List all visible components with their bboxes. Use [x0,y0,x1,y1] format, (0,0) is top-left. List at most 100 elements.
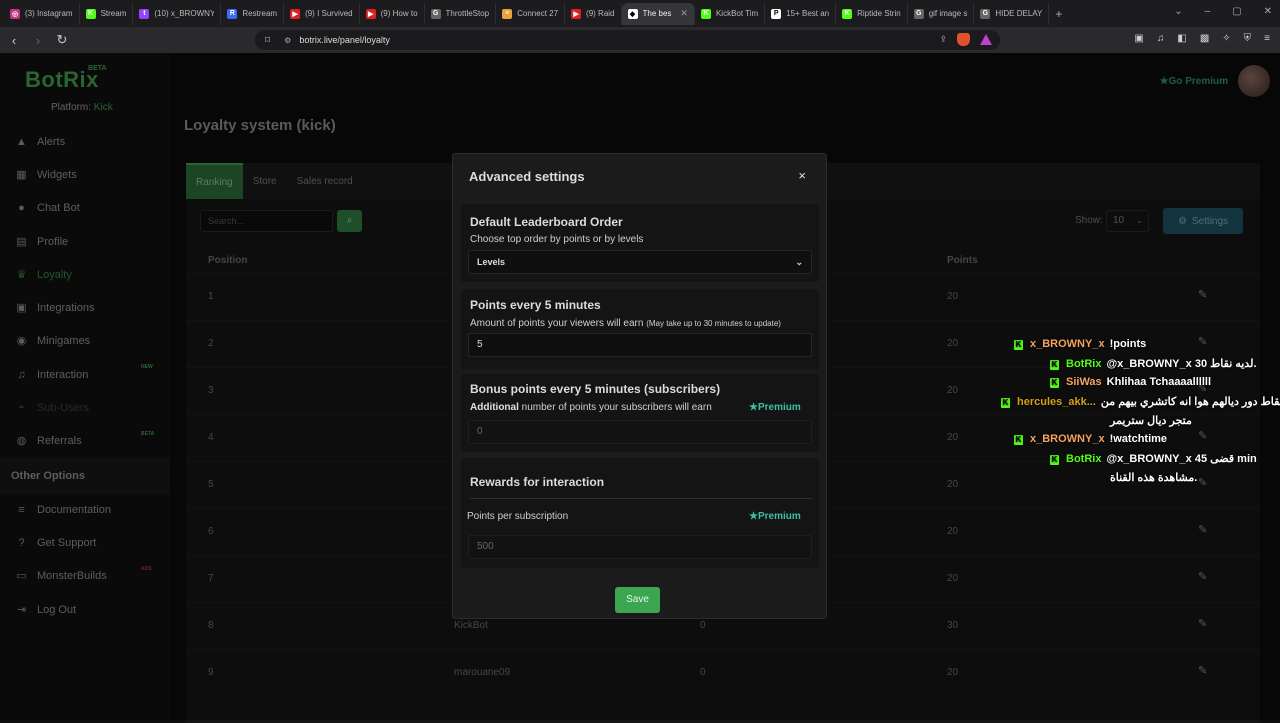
kick-icon: K [1001,398,1010,408]
favicon-icon: ◎ [10,8,20,19]
browser-tab[interactable]: P 15+ Best an [765,2,837,25]
browser-tab[interactable]: K Riptide Strin [836,2,908,25]
browser-tab[interactable]: ▶ (9) Raid [565,2,622,25]
browser-tab[interactable]: ▶ (9) How to [360,2,425,25]
vpn-icon[interactable]: ⛨ [1244,33,1252,44]
favicon-icon: R [227,8,238,19]
music-icon[interactable]: ♫ [1157,33,1165,44]
new-tab-icon[interactable]: + [1055,7,1062,21]
brave-rewards-icon[interactable] [980,34,992,45]
rewards-section: Rewards for interaction Points per subsc… [461,458,819,568]
browser-tab[interactable]: ◆ The bes ✕ [621,2,695,25]
chat-username: BotRix [1066,358,1102,370]
tab-label: The bes [642,9,672,18]
chat-message: مشاهدة هذه القناة. [1110,472,1198,484]
star-icon: ★ [749,402,758,413]
chat-username: x_BROWNY_x [1030,433,1105,445]
browser-tab[interactable]: ▶ (9) I Survived [284,2,360,25]
chat-line: متجر ديال ستريمر [1110,414,1192,427]
chat-line: Khercules_akk... نقاط دور ديالهم هوا انه … [1001,395,1280,408]
close-window-icon[interactable]: ✕ [1264,6,1272,17]
favicon-icon: G [430,8,441,19]
extensions-icon[interactable]: ▩ [1200,33,1209,44]
chat-message: متجر ديال ستريمر [1110,415,1192,427]
chat-message: !watchtime [1109,433,1168,445]
kick-icon: K [1014,435,1023,445]
chat-username: SiiWas [1066,376,1102,388]
close-tab-icon[interactable]: ✕ [680,8,688,19]
leaderboard-order-value: Levels [477,257,506,267]
chat-username: x_BROWNY_x [1030,338,1105,350]
browser-toolbar: ‹ › ↻ ⌑ ⚙ botrix.live/panel/loyalty ⇪ ▣ … [0,27,1280,53]
toolbar-icons: ▣ ♫ ◧ ▩ ✧ ⛨ ≡ [1134,33,1270,44]
tab-label: (10) x_BROWNY [154,9,215,18]
window-controls: ⌄ – ▢ ✕ [1174,6,1272,17]
bonus-title: Bonus points every 5 minutes (subscriber… [470,382,721,396]
bonus-premium-badge: ★Premium [749,402,801,413]
menu-icon[interactable]: ≡ [1264,33,1270,44]
points-section: Points every 5 minutes Amount of points … [461,289,819,369]
star-icon: ★ [749,511,758,522]
wallet-icon[interactable]: ▣ [1134,33,1143,44]
tab-label: ThrottleStop [445,9,490,18]
browser-tab[interactable]: ≡ Connect 27 [496,2,566,25]
points-title: Points every 5 minutes [470,298,601,312]
chevron-down-icon[interactable]: ⌄ [1174,6,1182,17]
kick-icon: K [1050,360,1059,370]
points-per-subscription-input: 500 [468,535,812,559]
close-icon[interactable]: × [798,168,806,183]
bonus-input: 0 [468,420,812,444]
browser-tab[interactable]: G ThrottleStop [425,2,497,25]
forward-icon[interactable]: › [28,33,48,48]
bookmark-icon[interactable]: ⌑ [265,35,270,46]
browser-tab-bar: ◎ (3) Instagram K Stream t (10) x_BROWNY R Rest… [0,0,1280,27]
sidebar-toggle-icon[interactable]: ◧ [1177,33,1186,44]
back-icon[interactable]: ‹ [4,33,24,48]
rewards-label: Points per subscription [467,511,569,522]
share-icon[interactable]: ⇪ [939,34,947,45]
tab-label: Stream [100,9,127,18]
tab-label: (9) I Survived [305,9,353,18]
favicon-icon: G [980,8,991,19]
chat-message: @x_BROWNY_x قضى 45 min [1106,453,1257,465]
favicon-icon: K [85,8,96,19]
favicon-icon: t [139,8,150,19]
favicon-icon: ▶ [290,8,301,19]
chat-message: @x_BROWNY_x لديه نقاط 30. [1106,358,1257,370]
chat-username: hercules_akk... [1017,396,1096,408]
tab-label: Connect 27 [517,9,559,18]
site-info-icon[interactable]: ⚙ [284,36,291,45]
brave-shield-icon[interactable] [957,33,970,46]
maximize-icon[interactable]: ▢ [1232,6,1241,17]
chat-line: K BotRix @x_BROWNY_x قضى 45 min [1050,452,1257,465]
points-input[interactable]: 5 [468,333,812,357]
tab-label: 15+ Best an [786,9,830,18]
browser-tab[interactable]: ◎ (3) Instagram [4,2,80,25]
leaderboard-order-section: Default Leaderboard Order Choose top ord… [461,204,819,282]
chat-line: Kx_BROWNY_x !watchtime [1014,433,1167,445]
bonus-desc-text: number of points your subscribers will e… [521,402,712,413]
favicon-icon: G [913,8,924,19]
browser-tab[interactable]: G HIDE DELAY [974,2,1050,25]
leaderboard-order-desc: Choose top order by points or by levels [470,234,644,245]
reload-icon[interactable]: ↻ [52,32,72,48]
minimize-icon[interactable]: – [1205,6,1211,17]
leaderboard-order-select[interactable]: Levels ⌄ [468,250,812,274]
bonus-desc-bold: Additional [470,402,519,413]
bonus-section: Bonus points every 5 minutes (subscriber… [461,374,819,452]
chat-message: Khlihaa Tchaaaallllll [1106,376,1212,388]
rewards-title: Rewards for interaction [470,475,605,489]
chat-line: K SiiWas Khlihaa Tchaaaallllll [1050,376,1211,388]
points-note: (May take up to 30 minutes to update) [646,319,781,328]
browser-tab[interactable]: K KickBot Tim [695,2,766,25]
browser-tab[interactable]: Ggif image s [908,2,975,25]
leo-icon[interactable]: ✧ [1222,33,1230,44]
address-bar[interactable]: ⌑ ⚙ botrix.live/panel/loyalty ⇪ [255,30,1000,50]
browser-tab[interactable]: t (10) x_BROWNY [133,2,222,25]
leaderboard-order-title: Default Leaderboard Order [470,215,623,229]
chat-line: مشاهدة هذه القناة. [1110,471,1197,484]
browser-tab[interactable]: K Stream [80,2,134,25]
browser-tab[interactable]: R Restream [221,2,285,25]
favicon-icon: ▶ [571,8,582,19]
save-button[interactable]: Save [615,587,660,613]
